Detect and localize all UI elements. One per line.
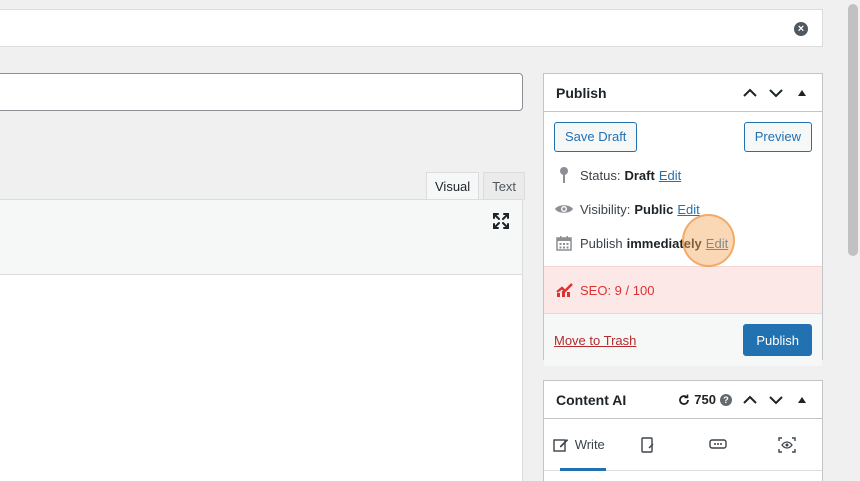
schedule-label: Publish bbox=[580, 235, 623, 251]
visibility-row: Visibility: Public Edit bbox=[544, 192, 822, 226]
scrollbar-thumb[interactable] bbox=[848, 4, 858, 256]
credits-counter: 750 ? bbox=[678, 392, 732, 407]
help-icon[interactable]: ? bbox=[720, 393, 732, 406]
move-down-icon[interactable] bbox=[766, 83, 786, 103]
edit-visibility-link[interactable]: Edit bbox=[677, 202, 699, 217]
tab-chat[interactable] bbox=[683, 419, 753, 470]
save-draft-button[interactable]: Save Draft bbox=[554, 122, 638, 152]
content-ai-title: Content AI bbox=[556, 391, 627, 408]
calendar-icon bbox=[554, 234, 574, 252]
tab-preview[interactable] bbox=[753, 419, 823, 470]
editor-toolbar bbox=[0, 199, 523, 275]
notice-bar: × bbox=[0, 9, 823, 47]
tab-write[interactable]: Write bbox=[544, 419, 614, 471]
fullscreen-expand-icon[interactable] bbox=[492, 212, 510, 230]
edit-schedule-link[interactable]: Edit bbox=[706, 236, 728, 251]
publish-box-header: Publish bbox=[544, 74, 822, 112]
clipboard-icon bbox=[641, 436, 654, 453]
edit-status-link[interactable]: Edit bbox=[659, 168, 681, 183]
tab-write-label: Write bbox=[574, 437, 605, 452]
status-value: Draft bbox=[624, 167, 655, 183]
collapse-toggle-icon[interactable] bbox=[792, 83, 812, 103]
content-ai-header: Content AI 750 ? bbox=[544, 381, 822, 419]
tab-text[interactable]: Text bbox=[483, 172, 526, 200]
content-ai-box: Content AI 750 ? Write bbox=[543, 380, 823, 481]
publish-button[interactable]: Publish bbox=[743, 324, 812, 356]
content-ai-tabs: Write bbox=[544, 419, 822, 471]
schedule-row: Publish immediately Edit bbox=[544, 226, 822, 260]
schedule-value: immediately bbox=[626, 235, 702, 251]
tab-clipboard[interactable] bbox=[614, 419, 684, 470]
pencil-square-icon bbox=[552, 438, 568, 452]
publish-box: Publish Save Draft Preview Status: Draft… bbox=[543, 73, 823, 366]
visibility-value: Public bbox=[634, 201, 674, 217]
tab-visual[interactable]: Visual bbox=[426, 172, 480, 200]
visibility-label: Visibility: bbox=[580, 201, 631, 217]
move-to-trash-link[interactable]: Move to Trash bbox=[554, 333, 636, 348]
eye-scan-icon bbox=[778, 436, 796, 453]
post-title-input[interactable] bbox=[0, 73, 523, 111]
move-down-icon[interactable] bbox=[766, 390, 786, 410]
close-icon[interactable]: × bbox=[794, 22, 808, 36]
seo-score-label[interactable]: SEO: 9 / 100 bbox=[580, 283, 654, 298]
preview-button[interactable]: Preview bbox=[743, 122, 812, 152]
status-label: Status: bbox=[580, 167, 621, 183]
collapse-toggle-icon[interactable] bbox=[792, 390, 812, 410]
page-scrollbar[interactable] bbox=[846, 0, 860, 481]
refresh-icon[interactable] bbox=[678, 394, 690, 406]
pin-icon bbox=[554, 166, 574, 184]
move-up-icon[interactable] bbox=[740, 83, 760, 103]
publish-title: Publish bbox=[556, 84, 607, 101]
rank-math-icon bbox=[556, 283, 574, 297]
credits-value: 750 bbox=[694, 392, 716, 407]
editor-mode-tabs: Visual Text bbox=[426, 172, 526, 200]
move-up-icon[interactable] bbox=[740, 390, 760, 410]
publish-major-actions: Move to Trash Publish bbox=[544, 314, 822, 366]
chat-dots-icon bbox=[709, 438, 727, 449]
editor-content-area[interactable] bbox=[0, 274, 523, 481]
seo-score-row: SEO: 9 / 100 bbox=[544, 266, 822, 314]
eye-icon bbox=[554, 200, 574, 218]
status-row: Status: Draft Edit bbox=[544, 158, 822, 192]
